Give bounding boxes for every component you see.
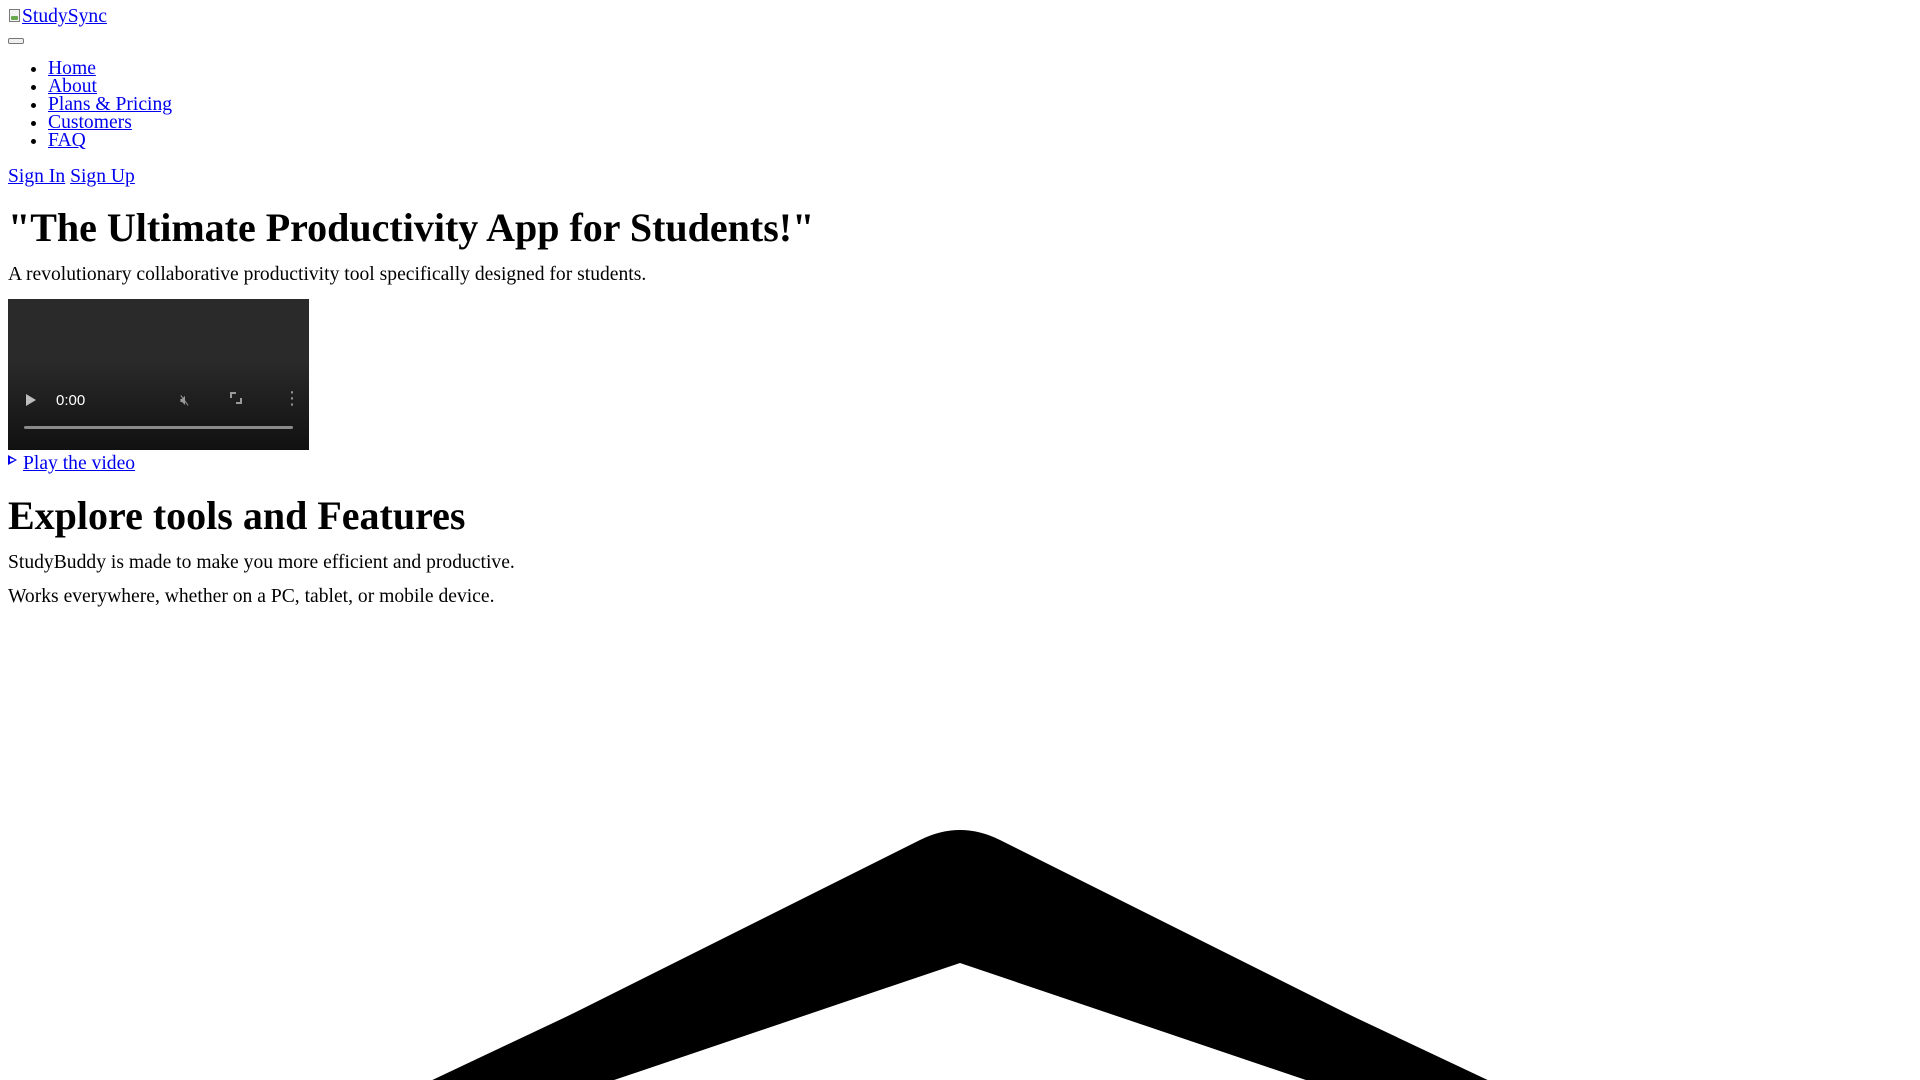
chevron-up-icon: [432, 830, 1488, 1080]
